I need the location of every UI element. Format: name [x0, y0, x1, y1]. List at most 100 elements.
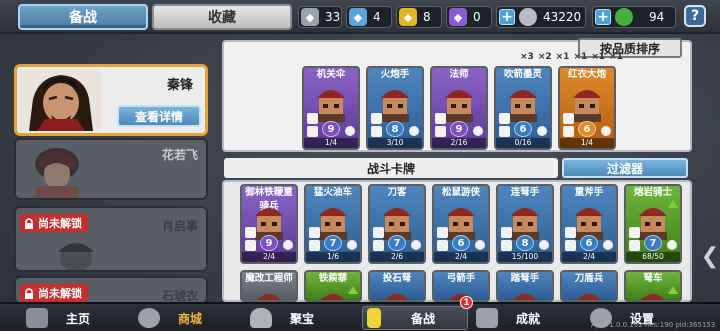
- unit-card[interactable]: 法师 9 2/16: [430, 66, 488, 150]
- unit-class-icon: [373, 240, 384, 251]
- treasure-bowl-icon: [250, 308, 272, 328]
- battle-cards-title: 战斗卡牌: [224, 158, 558, 178]
- nav-treasure[interactable]: 聚宝: [250, 306, 350, 330]
- unit-trait-icon: [409, 126, 419, 136]
- card-cost: 7: [324, 235, 342, 251]
- unit-card[interactable]: 机关伞 9 1/4: [302, 66, 360, 150]
- locked-label: 尚未解锁: [38, 217, 82, 230]
- resource-silver-shard: ◆ 33: [298, 6, 342, 28]
- unit-type-icon: [499, 113, 510, 124]
- coin-stack-icon: [138, 308, 160, 328]
- unit-card[interactable]: 踏弩手: [496, 270, 554, 302]
- card-count: 3/10: [368, 138, 422, 148]
- hero-card-shihuyi[interactable]: 尚未解锁 石琥衣: [14, 276, 208, 304]
- filter-button[interactable]: 过滤器: [562, 158, 688, 178]
- add-coin-button[interactable]: +: [499, 9, 515, 25]
- unit-type-icon: [309, 227, 320, 238]
- card-name: 机关伞: [316, 69, 346, 80]
- unit-card[interactable]: 御林铁鞭重骑兵 9 2/4: [240, 184, 298, 264]
- tab-collection[interactable]: 收藏: [152, 4, 292, 30]
- card-count: 1/4: [304, 138, 358, 148]
- gold-shard-icon: ◆: [399, 8, 417, 26]
- unit-card[interactable]: 刀客 7 2/6: [368, 184, 426, 264]
- hero-card-xiaoqishi[interactable]: 尚未解锁 肖启事: [14, 206, 208, 272]
- unit-class-icon: [629, 240, 640, 251]
- unit-card[interactable]: 重斧手 6 2/4: [560, 184, 618, 264]
- card-cost: 6: [452, 235, 470, 251]
- card-cost: 9: [260, 235, 278, 251]
- collapse-arrow-icon[interactable]: ❮: [701, 242, 719, 270]
- unit-card[interactable]: 连弩手 8 15/100: [496, 184, 554, 264]
- card-cost: 9: [450, 121, 468, 137]
- card-name: 猛火油车: [313, 187, 352, 198]
- unit-class-icon: [307, 126, 318, 137]
- unit-type-icon: [437, 227, 448, 238]
- unit-class-icon: [501, 240, 512, 251]
- unit-card[interactable]: 熔岩骑士 7 68/50: [624, 184, 682, 264]
- unit-card[interactable]: 魔改工程师: [240, 270, 298, 302]
- unit-class-icon: [565, 240, 576, 251]
- unit-card[interactable]: 火炮手 8 3/10: [366, 66, 424, 150]
- unit-card[interactable]: 刀盾兵: [560, 270, 618, 302]
- nav-home[interactable]: 主页: [26, 306, 126, 330]
- slot-multipliers: ×3 ×2 ×1 ×1 ×1 ×1: [520, 52, 623, 62]
- unit-trait-icon: [411, 240, 421, 250]
- nav-prep[interactable]: 备战: [362, 306, 468, 330]
- unit-trait-icon: [283, 240, 293, 250]
- unit-card[interactable]: 猛火油车 7 1/6: [304, 184, 362, 264]
- card-count: 2/4: [434, 252, 488, 262]
- unit-trait-icon: [667, 240, 677, 250]
- nav-label: 商城: [178, 311, 203, 326]
- multiplier: ×1: [555, 52, 570, 62]
- resource-blue-shard: ◆ 4: [346, 6, 392, 28]
- unit-art-icon: [562, 286, 616, 300]
- card-count: 1/4: [560, 138, 614, 148]
- silver-shard-icon: ◆: [301, 8, 319, 26]
- nav-shop[interactable]: 商城: [138, 306, 238, 330]
- unit-type-icon: [245, 227, 256, 238]
- unit-card[interactable]: 铁蒺藜: [304, 270, 362, 302]
- card-name: 弩车: [643, 273, 663, 284]
- help-button[interactable]: ?: [684, 5, 706, 27]
- version-text: App: 1.0.0.152 Res:190 pid:365153: [591, 321, 716, 329]
- nav-label: 备战: [411, 311, 436, 326]
- tab-prep[interactable]: 备战: [18, 4, 148, 30]
- unit-card[interactable]: 松鼠游侠 6 2/4: [432, 184, 490, 264]
- unit-card[interactable]: 投石弩: [368, 270, 426, 302]
- card-count: 0/16: [496, 138, 550, 148]
- locked-banner: 尚未解锁: [20, 284, 88, 302]
- unit-trait-icon: [539, 240, 549, 250]
- nav-achievements[interactable]: 成就: [476, 306, 576, 330]
- card-icon: [367, 308, 381, 328]
- unit-class-icon: [309, 240, 320, 251]
- add-gem-button[interactable]: +: [595, 9, 611, 25]
- unit-card[interactable]: 吹箭墨灵 6 0/16: [494, 66, 552, 150]
- view-details-button[interactable]: 查看详情: [117, 105, 201, 127]
- locked-label: 尚未解锁: [38, 287, 82, 300]
- card-cost: 8: [516, 235, 534, 251]
- unit-type-icon: [435, 113, 446, 124]
- game-screen: 备战 收藏 ◆ 33 ◆ 4 ◆ 8 ◆ 0 + 43220 + 94 ? 秦锋…: [0, 0, 720, 331]
- resource-value: 8: [423, 10, 431, 24]
- purple-shard-icon: ◆: [449, 8, 467, 26]
- hero-card-selected[interactable]: 秦锋 查看详情: [14, 64, 208, 136]
- unit-class-icon: [435, 126, 446, 137]
- resource-purple-shard: ◆ 0: [446, 6, 492, 28]
- hero-card-huaruofei[interactable]: 花若飞: [14, 138, 208, 200]
- unit-card[interactable]: 弩车: [624, 270, 682, 302]
- multiplier: ×1: [609, 52, 623, 62]
- card-name: 铁蒺藜: [318, 273, 348, 284]
- unit-class-icon: [499, 126, 510, 137]
- lock-icon: [25, 288, 33, 299]
- blue-shard-icon: ◆: [349, 8, 367, 26]
- nav-label: 主页: [66, 311, 91, 326]
- multiplier: ×1: [591, 52, 606, 62]
- unit-card[interactable]: 红衣大炮 6 1/4: [558, 66, 616, 150]
- card-cost: 6: [514, 121, 532, 137]
- card-name: 投石弩: [382, 273, 412, 284]
- unit-type-icon: [371, 113, 382, 124]
- unit-class-icon: [245, 240, 256, 251]
- silver-coin-icon: [519, 8, 537, 26]
- card-count: 2/16: [432, 138, 486, 148]
- castle-icon: [26, 308, 48, 328]
